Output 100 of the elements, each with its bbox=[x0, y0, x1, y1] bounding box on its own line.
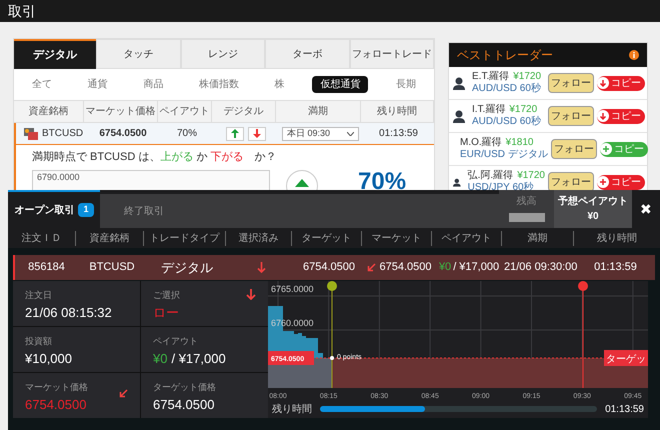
count-badge: 1 bbox=[78, 203, 94, 217]
up-triangle-icon bbox=[295, 178, 309, 186]
table-cell-text: 01:13:59 bbox=[593, 260, 638, 276]
down-button[interactable] bbox=[248, 126, 266, 140]
payout-won: ¥0 bbox=[438, 260, 452, 276]
asset-name: BTCUSD bbox=[42, 127, 84, 141]
question-text: 満期時点で BTCUSD は、上がる か 下がる か？ bbox=[32, 150, 278, 165]
filter-tab[interactable]: 仮想通貨 bbox=[312, 76, 368, 93]
column-header: トレードタイプ bbox=[144, 230, 226, 246]
table-cell-text: 6754.0500 bbox=[380, 260, 432, 276]
person-icon bbox=[453, 110, 465, 122]
info-icon[interactable] bbox=[629, 50, 639, 60]
down-left-arrow-icon bbox=[366, 263, 376, 272]
tab[interactable]: 終了取引 bbox=[100, 194, 499, 228]
detail-value: 21/06 08:15:32 bbox=[25, 304, 112, 322]
payout-percent: 70% bbox=[358, 170, 406, 194]
trader-name: M.O.羅得 bbox=[460, 136, 502, 149]
detail-label: ターゲット価格 bbox=[153, 381, 216, 394]
detail-label: ペイアウト bbox=[153, 335, 199, 348]
flag-icon bbox=[24, 128, 38, 140]
follow-button[interactable]: フォロー bbox=[550, 139, 597, 159]
tab[interactable]: フォロートレード bbox=[350, 39, 434, 69]
down-arrow-icon bbox=[246, 289, 256, 300]
column-header: ペイアウト bbox=[158, 101, 212, 122]
trader-instrument: AUD/USD 60秒 bbox=[472, 116, 542, 128]
payout-total: / ¥17,000 bbox=[453, 260, 500, 276]
table-cell-text: デジタル bbox=[160, 258, 214, 277]
table-cell-text: BTCUSD bbox=[88, 260, 136, 276]
up-button[interactable] bbox=[226, 126, 244, 140]
detail-value: 6754.0500 bbox=[153, 396, 216, 414]
table-cell-text: 6754.0500 bbox=[98, 127, 148, 141]
filter-tab[interactable]: 株 bbox=[266, 77, 293, 92]
column-header: 残り時間 bbox=[361, 101, 434, 122]
expected-payout-label: 予想ペイアウト bbox=[558, 194, 628, 209]
filter-tab[interactable]: 全て bbox=[24, 77, 60, 92]
copy-toggle[interactable]: コピー bbox=[597, 174, 645, 190]
entry-point bbox=[330, 356, 334, 360]
target-tag: ターゲッ bbox=[604, 350, 648, 366]
column-header: 満期 bbox=[276, 101, 361, 122]
detail-value: ¥10,000 bbox=[25, 350, 72, 368]
down-arrow-icon bbox=[253, 129, 261, 138]
detail-value: 6754.0500 bbox=[25, 396, 88, 414]
chevron-down-icon bbox=[347, 132, 354, 136]
tab[interactable]: レンジ bbox=[180, 39, 266, 69]
column-header: デジタル bbox=[212, 101, 276, 122]
column-header: 満期 bbox=[502, 230, 574, 246]
tab[interactable]: タッチ bbox=[96, 39, 181, 69]
filter-tab[interactable]: 通貨 bbox=[80, 77, 116, 92]
copy-toggle[interactable]: コピー bbox=[597, 76, 645, 90]
trade-row[interactable]: 856184 BTCUSD デジタル 6754.0500 6754.0500 ¥0 / ¥17,000 21/06 09:30:00 01:13:59 bbox=[13, 255, 655, 280]
payout-won: ¥0 bbox=[153, 350, 168, 368]
down-left-arrow-icon bbox=[119, 389, 128, 398]
plus-icon bbox=[600, 143, 612, 155]
person-icon bbox=[453, 76, 465, 90]
balance-label: 残高 bbox=[516, 194, 536, 209]
axis-label: 6790.0000 bbox=[37, 170, 80, 184]
down-arrow-icon bbox=[597, 77, 609, 89]
tab[interactable]: デジタル bbox=[14, 39, 96, 69]
copy-toggle[interactable]: コピー bbox=[597, 108, 645, 124]
trader-name: E.T.羅得 bbox=[472, 70, 510, 83]
column-header: 資産銘柄 bbox=[14, 101, 84, 122]
trader-instrument: AUD/USD 60秒 bbox=[472, 83, 542, 96]
expiry-select[interactable]: 本日 09:30 bbox=[282, 126, 359, 140]
payout-total: / ¥17,000 bbox=[171, 350, 226, 368]
trader-profit: ¥1720 bbox=[513, 70, 542, 82]
blurred-value bbox=[508, 213, 544, 222]
follow-button[interactable]: フォロー bbox=[548, 106, 594, 126]
filter-tab[interactable]: 長期 bbox=[388, 77, 424, 92]
trader-profit: ¥1720 bbox=[509, 104, 538, 116]
page-title: 取引 bbox=[8, 2, 36, 20]
trader-name: I.T.羅得 bbox=[472, 104, 506, 116]
column-header: マーケット価格 bbox=[84, 101, 158, 122]
trader-instrument: EUR/USD デジタル bbox=[460, 149, 548, 162]
column-header: ターゲット bbox=[292, 230, 362, 246]
table-cell-text: 21/06 09:30:00 bbox=[504, 260, 576, 276]
filter-tab[interactable]: 株価指数 bbox=[190, 77, 247, 92]
tab[interactable]: ターボ bbox=[265, 39, 350, 69]
detail-label: 注文日 bbox=[25, 289, 53, 302]
panel-title: ベストトレーダー bbox=[457, 47, 553, 64]
column-header: マーケット bbox=[362, 230, 432, 246]
follow-button[interactable]: フォロー bbox=[548, 172, 594, 192]
down-arrow-icon bbox=[597, 110, 609, 122]
remaining-label: 残り時間 bbox=[272, 402, 312, 416]
plus-icon bbox=[597, 176, 609, 188]
table-cell-text: 856184 bbox=[27, 260, 66, 276]
close-button[interactable]: ✖ bbox=[632, 190, 660, 228]
follow-button[interactable]: フォロー bbox=[548, 73, 594, 93]
table-cell-text: 70% bbox=[176, 127, 198, 141]
column-header: 資産銘柄 bbox=[76, 230, 144, 246]
table-cell-text: 01:13:59 bbox=[378, 127, 419, 141]
person-icon bbox=[453, 176, 461, 188]
expected-payout-value: ¥0 bbox=[587, 210, 599, 224]
column-header: 選択済み bbox=[226, 230, 292, 246]
filter-tab[interactable]: 商品 bbox=[135, 77, 172, 92]
down-arrow-icon bbox=[256, 262, 266, 273]
detail-label: マーケット価格 bbox=[25, 381, 88, 394]
detail-label: ご選択 bbox=[153, 289, 180, 302]
detail-label: 投資額 bbox=[25, 335, 53, 348]
remaining-time: 01:13:59 bbox=[605, 402, 644, 416]
table-cell-text: 6754.0500 bbox=[302, 260, 356, 276]
